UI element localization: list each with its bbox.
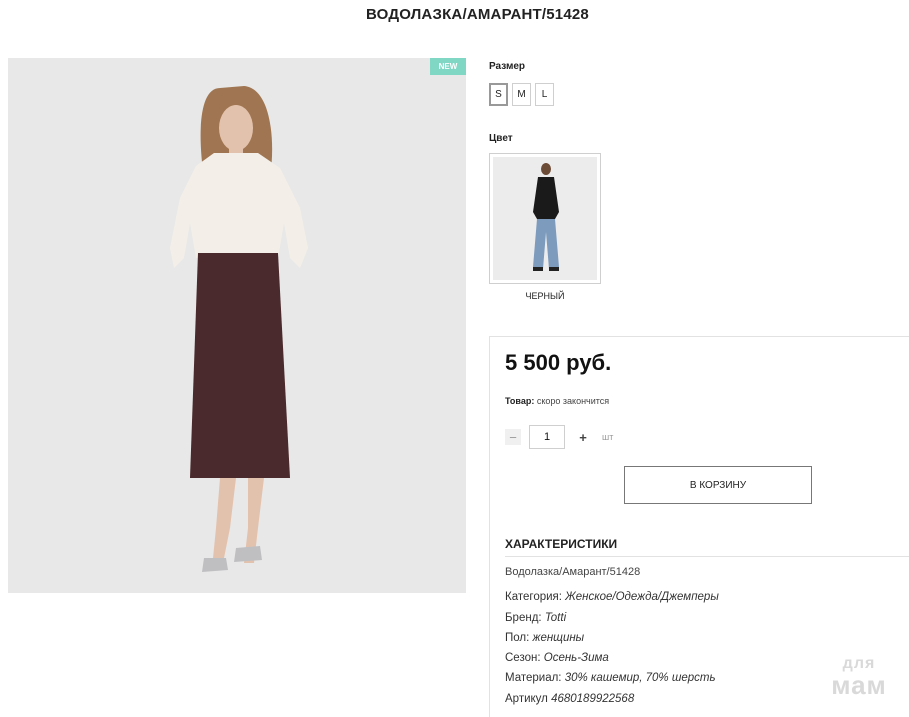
spec-value[interactable]: женщины xyxy=(533,632,585,644)
spec-value: 30% кашемир, 70% шерсть xyxy=(564,672,716,684)
quantity-decrease-button[interactable]: − xyxy=(505,429,521,445)
spec-row-category: Категория: Женское/Одежда/Джемперы xyxy=(505,591,719,603)
color-swatch-image xyxy=(493,157,597,280)
size-option-m[interactable]: M xyxy=(512,83,531,106)
specs-title: ХАРАКТЕРИСТИКИ xyxy=(505,537,618,551)
color-swatch-black[interactable] xyxy=(489,153,601,284)
size-label: Размер xyxy=(489,61,526,72)
size-selector: S M L xyxy=(489,83,554,106)
size-option-s[interactable]: S xyxy=(489,83,508,106)
quantity-increase-button[interactable]: + xyxy=(575,429,591,445)
spec-value[interactable]: Осень-Зима xyxy=(544,652,609,664)
quantity-input[interactable] xyxy=(529,425,565,449)
product-title: ВОДОЛАЗКА/АМАРАНТ/51428 xyxy=(366,6,589,23)
spec-label: Категория: xyxy=(505,591,562,603)
spec-label: Материал: xyxy=(505,672,562,684)
add-to-cart-button[interactable]: В КОРЗИНУ xyxy=(624,466,812,504)
stock-label: Товар: xyxy=(505,396,535,406)
product-photo[interactable]: NEW xyxy=(8,58,466,593)
spec-row-brand: Бренд: Totti xyxy=(505,612,566,624)
watermark-logo: для мам xyxy=(822,656,896,700)
spec-label: Пол: xyxy=(505,632,530,644)
spec-label: Бренд: xyxy=(505,612,542,624)
price: 5 500 руб. xyxy=(505,350,612,375)
new-badge: NEW xyxy=(430,58,466,75)
color-name: ЧЕРНЫЙ xyxy=(525,291,565,301)
spec-row-material: Материал: 30% кашемир, 70% шерсть xyxy=(505,672,716,684)
specs-subtitle: Водолазка/Амарант/51428 xyxy=(505,566,641,578)
spec-label: Артикул xyxy=(505,693,548,705)
spec-value[interactable]: Женское/Одежда/Джемперы xyxy=(565,591,719,603)
spec-label: Сезон: xyxy=(505,652,541,664)
quantity-unit: шт xyxy=(602,432,614,442)
spec-row-season: Сезон: Осень-Зима xyxy=(505,652,609,664)
stock-value: скоро закончится xyxy=(536,396,610,406)
specs-divider xyxy=(505,556,909,557)
spec-row-gender: Пол: женщины xyxy=(505,632,584,644)
watermark-line2: мам xyxy=(831,670,887,700)
spec-row-sku: Артикул 4680189922568 xyxy=(505,693,634,705)
stock-status: Товар: скоро закончится xyxy=(505,396,609,406)
model-image xyxy=(8,58,466,593)
size-option-l[interactable]: L xyxy=(535,83,554,106)
spec-value: 4680189922568 xyxy=(551,693,635,705)
color-label: Цвет xyxy=(489,133,513,144)
spec-value[interactable]: Totti xyxy=(545,612,566,624)
